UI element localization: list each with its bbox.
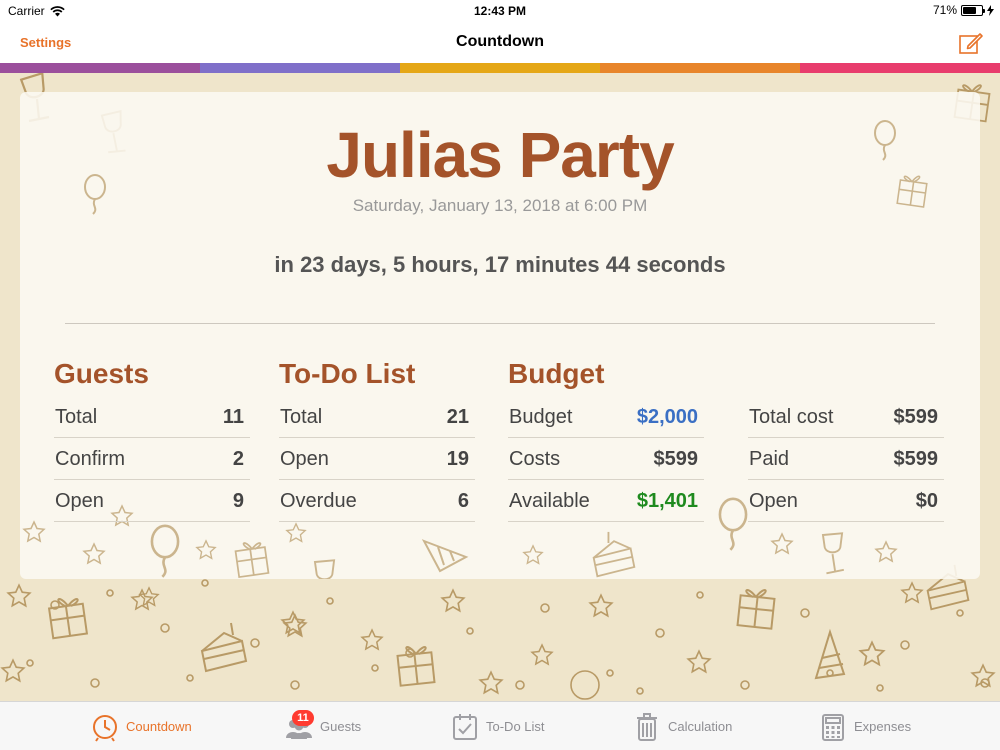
wine-glass-icon <box>313 559 336 579</box>
tab-label: To-Do List <box>486 719 545 734</box>
cake-icon <box>592 531 636 578</box>
stat-value: 21 <box>446 406 469 428</box>
strip-segment <box>200 63 400 73</box>
stat-label: Open <box>55 490 104 512</box>
color-strip <box>0 63 1000 73</box>
balloon-icon <box>150 524 180 578</box>
stat-value: 11 <box>222 406 244 428</box>
guests-confirm-row[interactable]: Confirm 2 <box>54 438 250 480</box>
guests-total-row[interactable]: Total 11 <box>54 396 250 438</box>
checklist-icon <box>450 712 480 742</box>
star-icon <box>770 532 794 555</box>
wine-glass-icon <box>821 532 845 575</box>
status-time: 12:43 PM <box>473 4 527 18</box>
charging-bolt-icon <box>987 4 994 16</box>
settings-button[interactable]: Settings <box>20 35 71 50</box>
balloon-icon <box>718 497 748 551</box>
tab-bar: Countdown 11 Guests To-Do List Calculati… <box>0 701 1000 750</box>
gift-box-icon <box>47 598 89 640</box>
strip-segment <box>400 63 600 73</box>
budget-available-row[interactable]: Available $1,401 <box>508 480 704 522</box>
stat-label: Total <box>280 406 323 428</box>
star-icon <box>285 522 307 543</box>
todo-overdue-row[interactable]: Overdue 6 <box>279 480 475 522</box>
navigation-bar: Settings Countdown <box>0 22 1000 63</box>
clock-icon <box>90 712 120 742</box>
star-icon <box>82 542 106 565</box>
tab-expenses[interactable]: Expenses <box>818 702 911 750</box>
stat-value: $0 <box>915 490 938 512</box>
page-title: Countdown <box>456 33 544 50</box>
tab-label: Guests <box>320 719 362 734</box>
confetti-circles <box>26 579 990 700</box>
gift-box-icon <box>396 646 436 687</box>
battery-icon <box>961 4 985 16</box>
stat-label: Total <box>55 406 98 428</box>
event-title: Julias Party <box>326 119 674 191</box>
strip-segment <box>600 63 800 73</box>
budget-paid-row[interactable]: Paid $599 <box>748 438 944 480</box>
guests-heading: Guests <box>54 358 149 389</box>
todo-total-row[interactable]: Total 21 <box>279 396 475 438</box>
stat-value: 2 <box>232 448 244 470</box>
stat-value: $599 <box>893 406 939 428</box>
stat-value: $1,401 <box>636 490 698 512</box>
todo-open-row[interactable]: Open 19 <box>279 438 475 480</box>
stat-value: $599 <box>893 448 939 470</box>
cake-icon <box>200 622 248 673</box>
stat-value: 6 <box>457 490 469 512</box>
guests-open-row[interactable]: Open 9 <box>54 480 250 522</box>
battery-percent: 71% <box>932 3 957 17</box>
star-icon <box>522 544 544 565</box>
status-bar: Carrier 12:43 PM 71% <box>0 0 1000 22</box>
event-date: Saturday, January 13, 2018 at 6:00 PM <box>352 196 648 215</box>
people-icon: 11 <box>284 709 314 742</box>
calculator-icon <box>818 712 848 742</box>
budget-costs-row[interactable]: Costs $599 <box>508 438 704 480</box>
stat-label: Total cost <box>749 406 834 428</box>
stat-label: Paid <box>749 448 790 470</box>
strip-segment <box>0 63 200 73</box>
stat-value: $599 <box>653 448 699 470</box>
stat-label: Overdue <box>280 490 357 512</box>
budget-heading: Budget <box>508 358 605 389</box>
tab-calculation[interactable]: Calculation <box>632 702 732 750</box>
budget-open-row[interactable]: Open $0 <box>748 480 944 522</box>
tab-guests[interactable]: 11 Guests <box>284 702 361 750</box>
stat-label: Costs <box>509 448 561 470</box>
budget-total-cost-row[interactable]: Total cost $599 <box>748 396 944 438</box>
stat-value: 19 <box>446 448 469 470</box>
tab-todo-list[interactable]: To-Do List <box>450 702 545 750</box>
stat-label: Confirm <box>55 448 126 470</box>
party-hat-icon <box>421 539 469 573</box>
compose-icon <box>959 33 983 54</box>
trash-can-icon <box>632 712 662 742</box>
stat-label: Open <box>749 490 798 512</box>
stat-label: Budget <box>509 406 573 428</box>
gift-box-icon <box>234 542 270 579</box>
strip-segment <box>800 63 1000 73</box>
tab-countdown[interactable]: Countdown <box>90 702 192 750</box>
todo-heading: To-Do List <box>279 358 416 389</box>
compose-button[interactable] <box>958 30 984 56</box>
tab-label: Calculation <box>668 719 733 734</box>
stat-label: Open <box>280 448 329 470</box>
stat-value: $2,000 <box>636 406 698 428</box>
party-hat-icon <box>814 628 846 680</box>
tab-label: Countdown <box>126 719 192 734</box>
guests-badge: 11 <box>292 709 314 726</box>
battery-indicator: 71% <box>933 3 994 17</box>
tab-label: Expenses <box>854 719 912 734</box>
divider <box>65 323 935 324</box>
stat-label: Available <box>509 490 590 512</box>
gift-box-icon <box>736 589 776 630</box>
star-icon <box>22 520 46 543</box>
countdown-text: in 23 days, 5 hours, 17 minutes 44 secon… <box>274 252 726 277</box>
star-icon <box>874 540 898 563</box>
budget-amount-row[interactable]: Budget $2,000 <box>508 396 704 438</box>
stat-value: 9 <box>232 490 244 512</box>
star-icon <box>195 539 217 560</box>
